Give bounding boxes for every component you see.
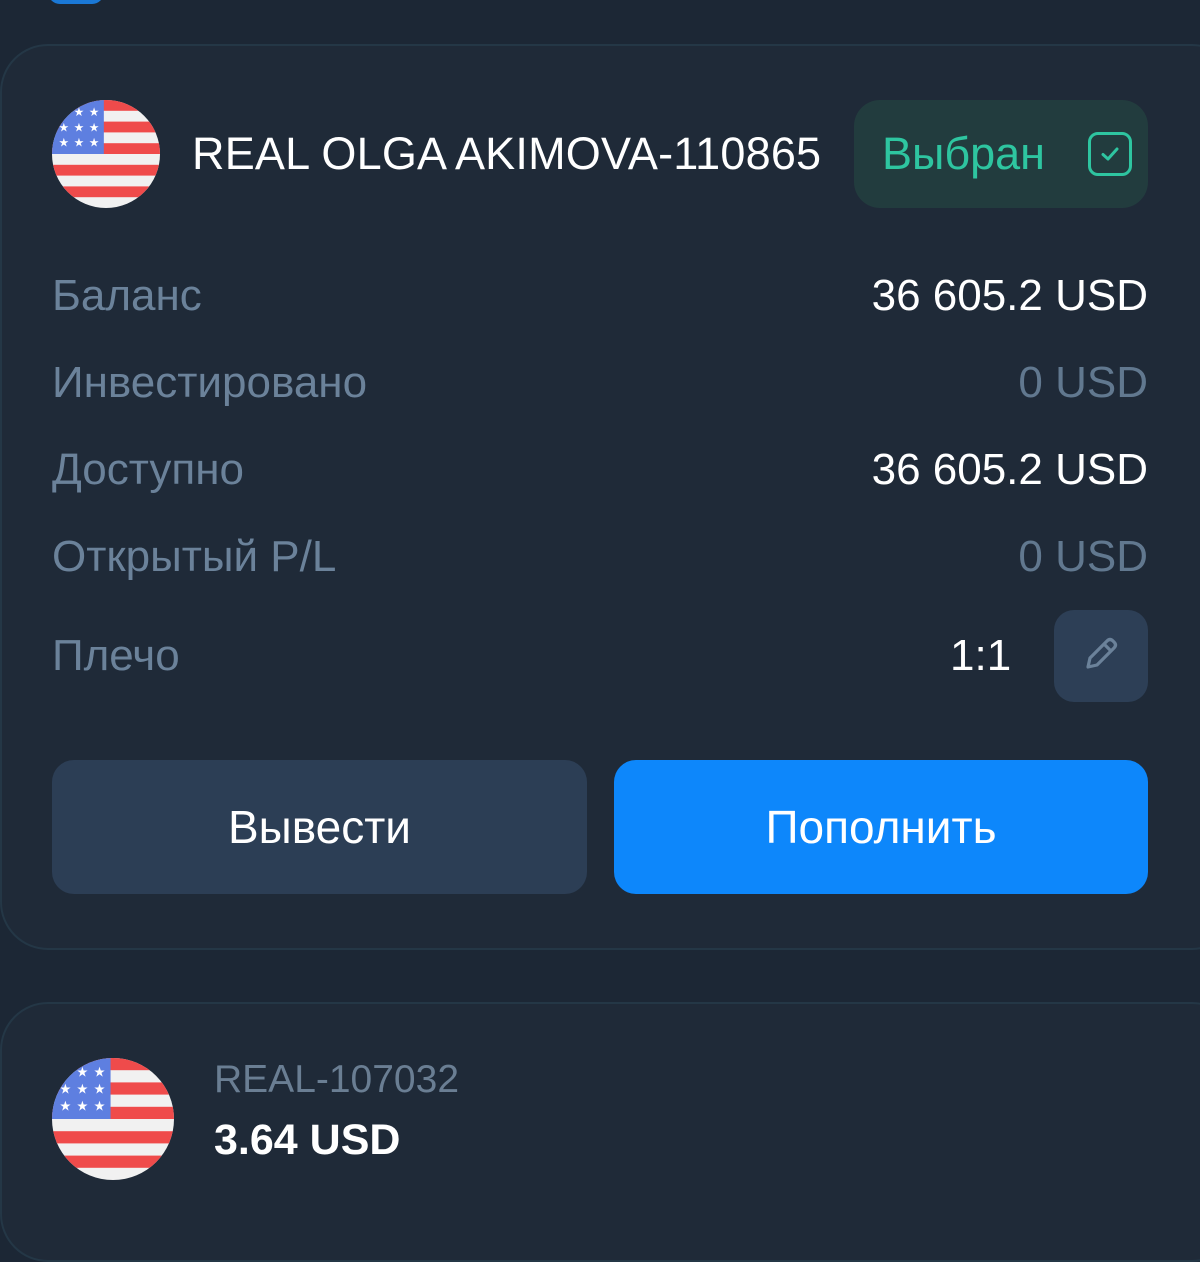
svg-text:★: ★ [76, 1065, 88, 1080]
selected-label: Выбран [882, 128, 1046, 179]
stat-label: Инвестировано [52, 358, 368, 407]
account-title: REAL OLGA AKIMOVA-110865 [192, 128, 822, 179]
stat-label: Доступно [52, 445, 245, 494]
edit-leverage-button[interactable] [1054, 610, 1148, 702]
stat-row-balance: Баланс 36 605.2 USD [52, 266, 1148, 326]
svg-text:★: ★ [59, 1082, 71, 1097]
account-card-secondary[interactable] [0, 1002, 1200, 1262]
stat-value: 0 USD [1018, 532, 1148, 581]
svg-text:★: ★ [76, 1099, 88, 1114]
stat-row-available: Доступно 36 605.2 USD [52, 440, 1148, 500]
svg-text:★: ★ [89, 105, 100, 119]
svg-text:★: ★ [59, 1099, 71, 1114]
svg-text:★: ★ [93, 1099, 105, 1114]
second-account-id: REAL-107032 [214, 1058, 460, 1101]
selected-badge[interactable]: Выбран [854, 100, 1148, 208]
stat-row-open-pl: Открытый P/L 0 USD [52, 527, 1148, 587]
stat-value: 36 605.2 USD [871, 445, 1148, 494]
stat-label: Баланс [52, 271, 202, 320]
svg-text:★: ★ [89, 120, 100, 134]
us-flag-icon: ★★★ ★★★ ★★★ [52, 1058, 174, 1180]
svg-text:★: ★ [74, 135, 85, 149]
svg-text:★: ★ [89, 135, 100, 149]
withdraw-button[interactable]: Вывести [52, 760, 587, 894]
second-account-balance: 3.64 USD [214, 1116, 401, 1164]
stat-value: 36 605.2 USD [871, 271, 1148, 320]
deposit-button[interactable]: Пополнить [614, 760, 1148, 894]
us-flag-icon: ★★★ ★★★ ★★★ [52, 100, 160, 208]
svg-text:★: ★ [93, 1082, 105, 1097]
svg-text:★: ★ [76, 1082, 88, 1097]
svg-text:★: ★ [58, 135, 69, 149]
stat-value: 0 USD [1018, 358, 1148, 407]
pencil-icon [1076, 629, 1126, 684]
stat-label: Открытый P/L [52, 532, 337, 581]
leverage-label: Плечо [52, 631, 180, 680]
leverage-value: 1:1 [950, 631, 1012, 680]
stat-row-invested: Инвестировано 0 USD [52, 353, 1148, 413]
checkbox-checked-icon [1088, 132, 1132, 176]
svg-text:★: ★ [93, 1065, 105, 1080]
top-tab-indicator [48, 0, 104, 4]
svg-text:★: ★ [74, 120, 85, 134]
